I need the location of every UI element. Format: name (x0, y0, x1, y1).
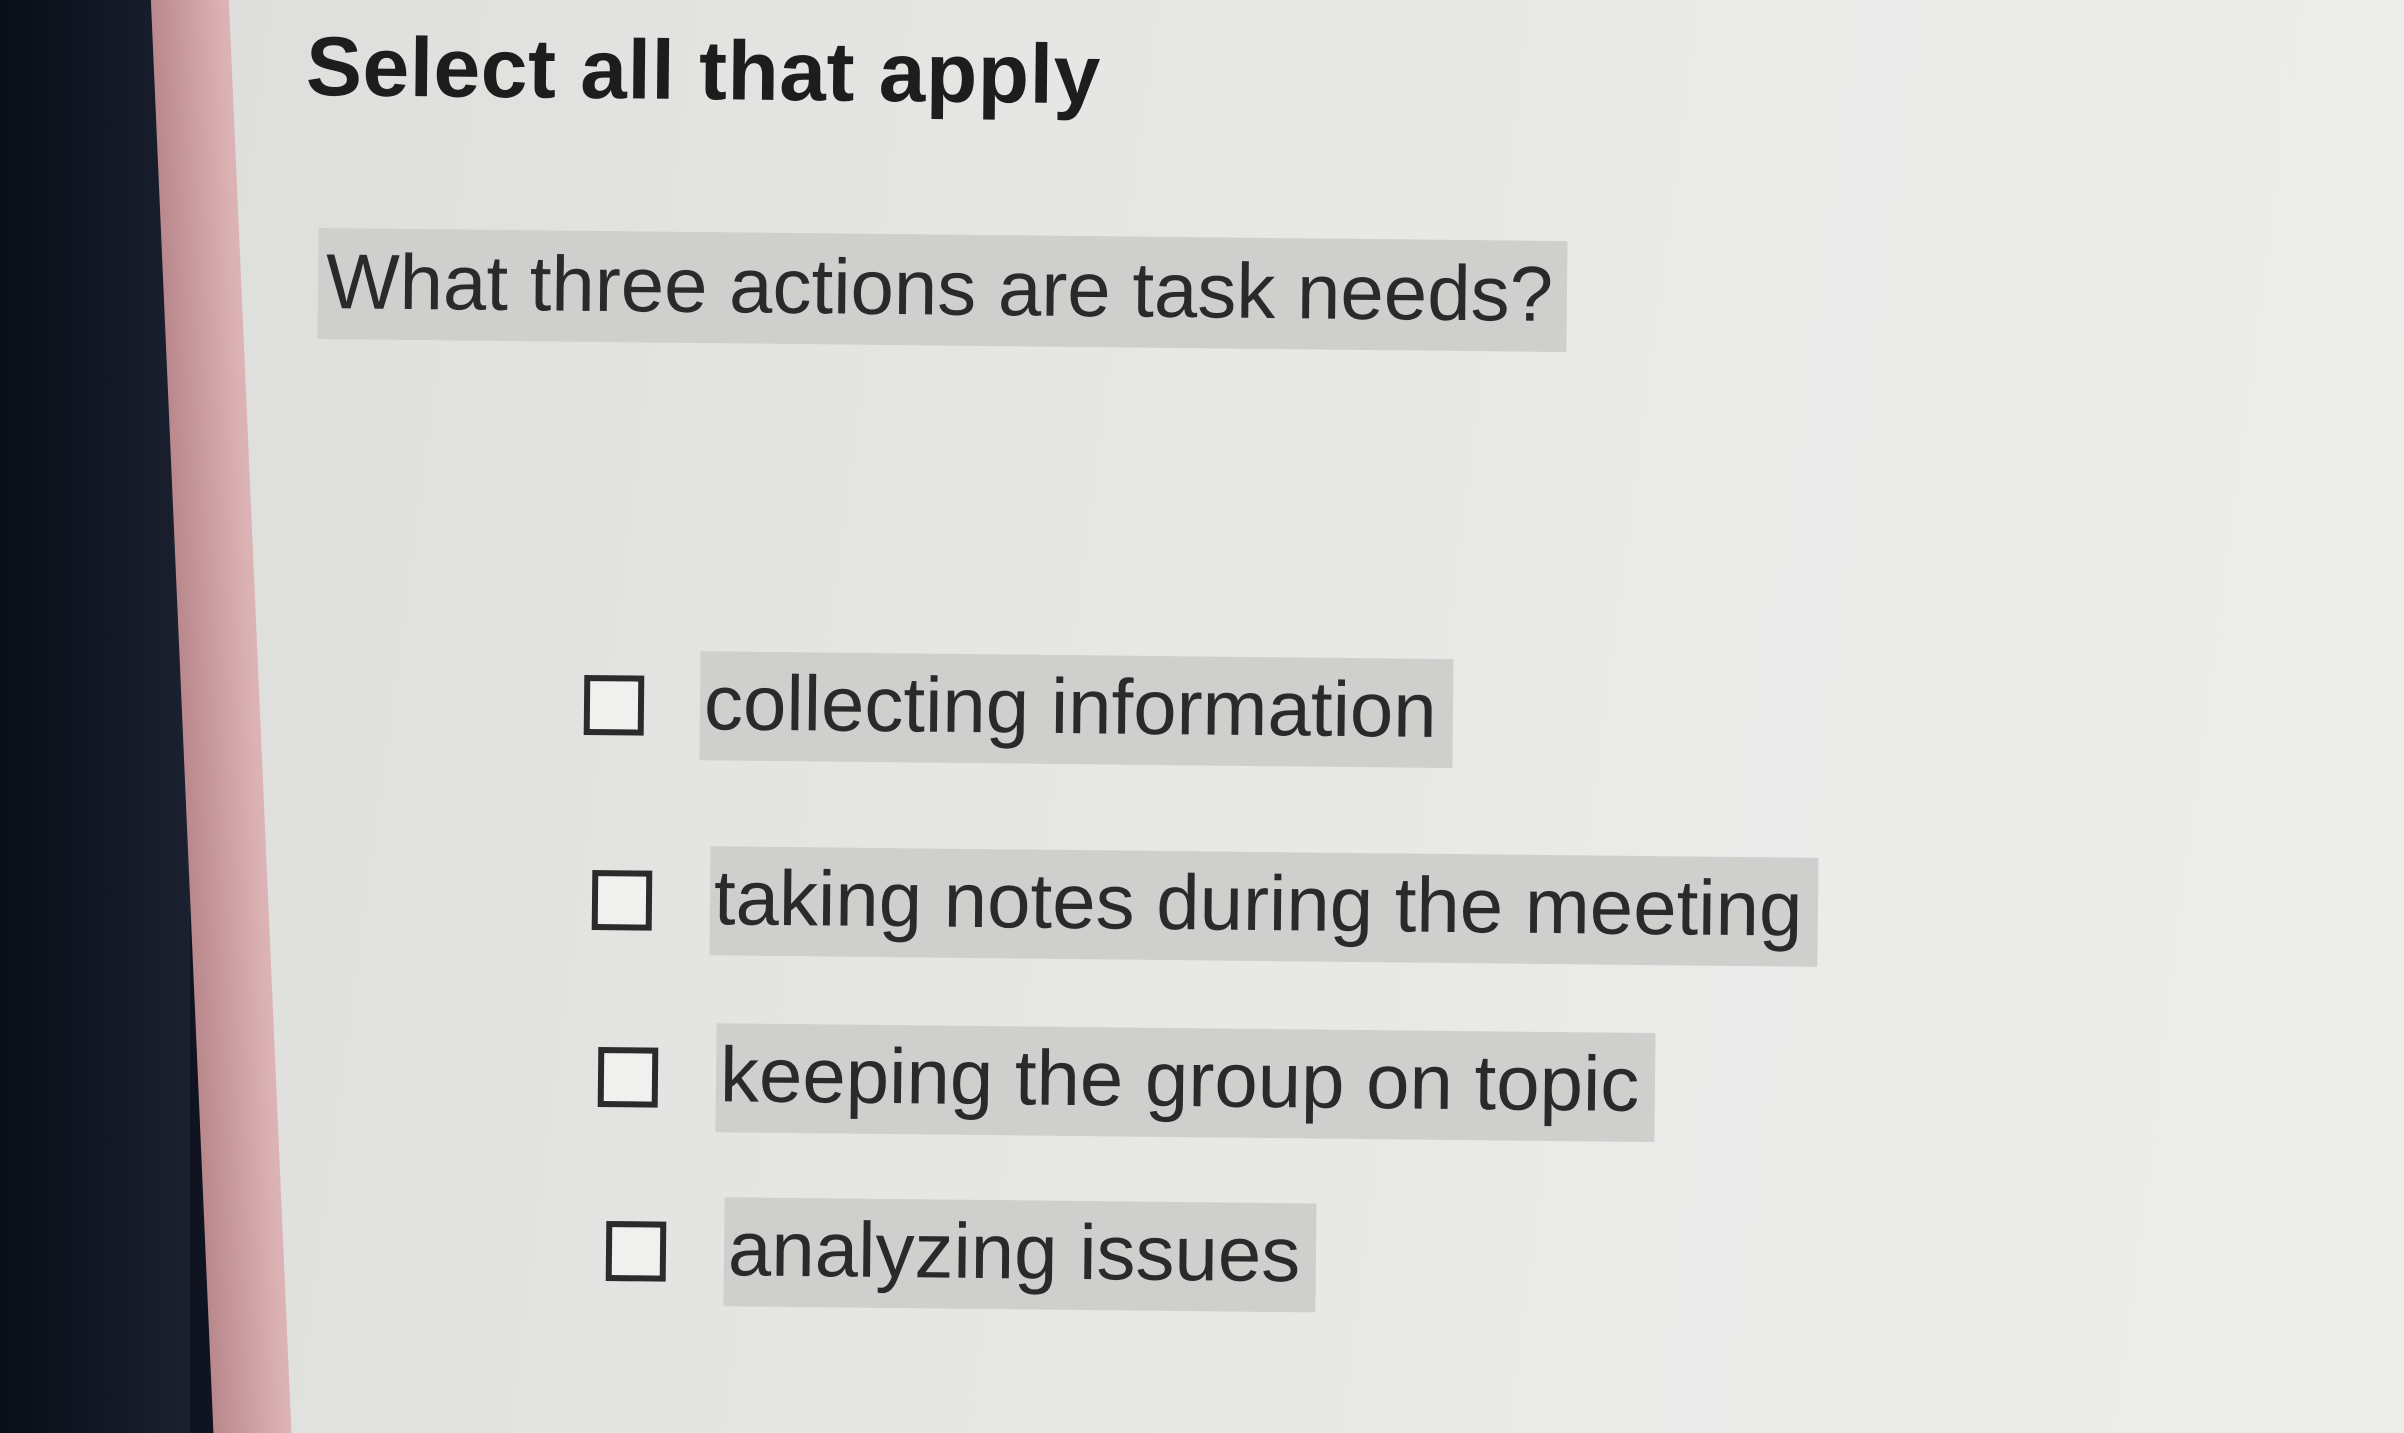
instruction-heading: Select all that apply (305, 19, 1102, 122)
option-collecting-information[interactable]: collecting information (583, 650, 1454, 769)
checkbox[interactable] (605, 1220, 667, 1282)
quiz-content: Select all that apply What three actions… (0, 0, 2404, 1433)
option-keeping-on-topic[interactable]: keeping the group on topic (597, 1022, 1656, 1143)
option-taking-notes[interactable]: taking notes during the meeting (591, 845, 1819, 967)
option-label: analyzing issues (723, 1197, 1317, 1313)
option-analyzing-issues[interactable]: analyzing issues (605, 1196, 1317, 1313)
question-text: What three actions are task needs? (317, 228, 1568, 353)
option-label: keeping the group on topic (715, 1023, 1656, 1143)
checkbox[interactable] (597, 1046, 659, 1108)
photo-stage: Select all that apply What three actions… (0, 0, 2404, 1433)
option-label: collecting information (699, 651, 1454, 769)
checkbox[interactable] (591, 869, 653, 931)
option-label: taking notes during the meeting (709, 846, 1819, 967)
checkbox[interactable] (583, 674, 645, 736)
